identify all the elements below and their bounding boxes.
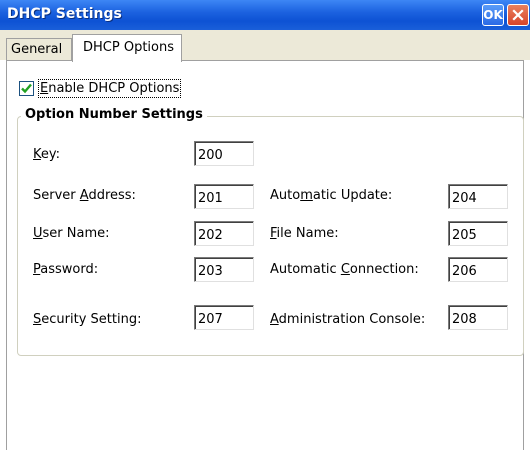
group-title: Option Number Settings xyxy=(21,107,207,122)
checkmark-icon xyxy=(21,83,32,94)
automatic-connection-label: Automatic Connection: xyxy=(270,262,419,277)
key-label: Key: xyxy=(33,147,61,162)
close-button[interactable] xyxy=(507,4,529,26)
user-name-label: User Name: xyxy=(33,226,110,241)
tab-divider xyxy=(6,60,72,61)
password-input[interactable] xyxy=(194,257,254,282)
tab-dhcp-options[interactable]: DHCP Options xyxy=(72,34,182,62)
user-name-input[interactable] xyxy=(194,221,254,246)
tab-general[interactable]: General xyxy=(6,38,72,60)
tab-divider xyxy=(182,60,524,61)
tab-strip: General DHCP Options xyxy=(0,30,530,62)
file-name-input[interactable] xyxy=(448,221,508,246)
security-setting-label: Security Setting: xyxy=(33,312,142,327)
window-title: DHCP Settings xyxy=(7,6,122,22)
close-icon xyxy=(512,9,524,21)
automatic-update-input[interactable] xyxy=(448,184,508,209)
automatic-update-label: Automatic Update: xyxy=(270,188,393,203)
security-setting-input[interactable] xyxy=(194,305,254,330)
automatic-connection-input[interactable] xyxy=(448,257,508,282)
administration-console-label: Administration Console: xyxy=(270,312,426,327)
ok-button[interactable]: OK xyxy=(482,4,504,26)
key-input[interactable] xyxy=(194,141,254,166)
enable-dhcp-options-checkbox[interactable] xyxy=(19,81,34,96)
enable-dhcp-options-label[interactable]: Enable DHCP Options xyxy=(38,79,182,98)
administration-console-input[interactable] xyxy=(448,305,508,330)
password-label: Password: xyxy=(33,262,99,277)
dhcp-settings-window: DHCP Settings OK General DHCP Options En… xyxy=(0,0,530,450)
server-address-input[interactable] xyxy=(194,184,254,209)
file-name-label: File Name: xyxy=(270,226,339,241)
server-address-label: Server Address: xyxy=(33,188,136,203)
title-bar[interactable]: DHCP Settings OK xyxy=(0,0,530,30)
